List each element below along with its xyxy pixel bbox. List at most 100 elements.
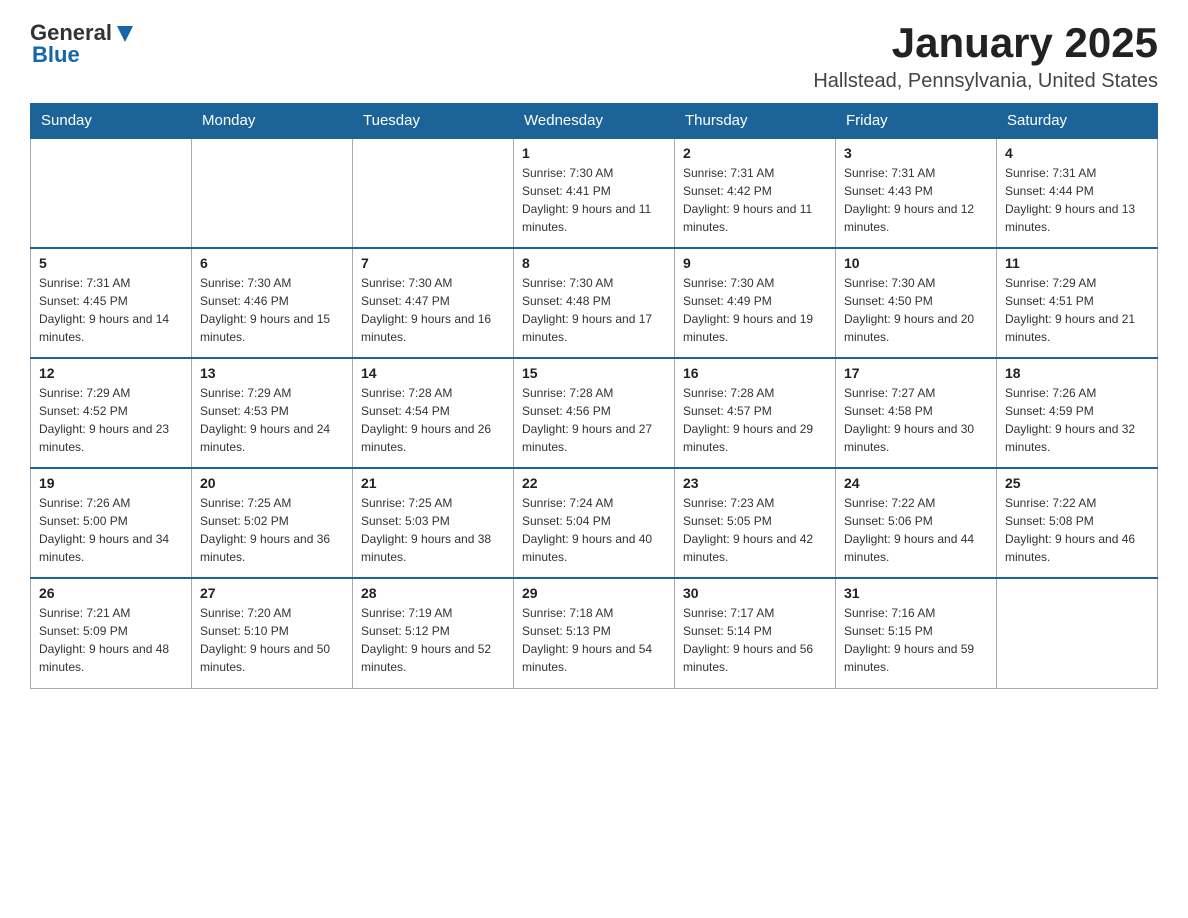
day-number: 27	[200, 585, 344, 601]
day-number: 23	[683, 475, 827, 491]
day-info: Sunrise: 7:27 AMSunset: 4:58 PMDaylight:…	[844, 384, 988, 456]
calendar-table: SundayMondayTuesdayWednesdayThursdayFrid…	[30, 103, 1158, 689]
day-number: 31	[844, 585, 988, 601]
calendar-cell: 17 Sunrise: 7:27 AMSunset: 4:58 PMDayligh…	[836, 358, 997, 468]
calendar-cell: 11 Sunrise: 7:29 AMSunset: 4:51 PMDayligh…	[997, 248, 1158, 358]
calendar-cell: 29 Sunrise: 7:18 AMSunset: 5:13 PMDayligh…	[514, 578, 675, 688]
day-info: Sunrise: 7:30 AMSunset: 4:41 PMDaylight:…	[522, 164, 666, 236]
day-info: Sunrise: 7:16 AMSunset: 5:15 PMDaylight:…	[844, 604, 988, 676]
day-info: Sunrise: 7:28 AMSunset: 4:54 PMDaylight:…	[361, 384, 505, 456]
logo-arrow-icon	[115, 24, 135, 44]
day-number: 21	[361, 475, 505, 491]
day-info: Sunrise: 7:22 AMSunset: 5:06 PMDaylight:…	[844, 494, 988, 566]
month-title: January 2025	[813, 20, 1158, 66]
calendar-cell: 21 Sunrise: 7:25 AMSunset: 5:03 PMDayligh…	[353, 468, 514, 578]
page-header: General Blue January 2025 Hallstead, Pen…	[30, 20, 1158, 93]
day-info: Sunrise: 7:18 AMSunset: 5:13 PMDaylight:…	[522, 604, 666, 676]
day-number: 8	[522, 255, 666, 271]
calendar-week-row: 5Sunrise: 7:31 AMSunset: 4:45 PMDaylight…	[31, 248, 1158, 358]
day-of-week-header: Tuesday	[353, 104, 514, 139]
day-of-week-header: Monday	[192, 104, 353, 139]
day-number: 1	[522, 145, 666, 161]
day-info: Sunrise: 7:31 AMSunset: 4:42 PMDaylight:…	[683, 164, 827, 236]
calendar-cell: 24 Sunrise: 7:22 AMSunset: 5:06 PMDayligh…	[836, 468, 997, 578]
day-info: Sunrise: 7:19 AMSunset: 5:12 PMDaylight:…	[361, 604, 505, 676]
day-number: 7	[361, 255, 505, 271]
day-of-week-header: Saturday	[997, 104, 1158, 139]
day-info: Sunrise: 7:31 AMSunset: 4:45 PMDaylight:…	[39, 274, 183, 346]
day-info: Sunrise: 7:29 AMSunset: 4:51 PMDaylight:…	[1005, 274, 1149, 346]
day-info: Sunrise: 7:26 AMSunset: 5:00 PMDaylight:…	[39, 494, 183, 566]
calendar-cell: 27Sunrise: 7:20 AMSunset: 5:10 PMDayligh…	[192, 578, 353, 688]
calendar-cell: 16 Sunrise: 7:28 AMSunset: 4:57 PMDayligh…	[675, 358, 836, 468]
day-info: Sunrise: 7:29 AMSunset: 4:53 PMDaylight:…	[200, 384, 344, 456]
day-info: Sunrise: 7:29 AMSunset: 4:52 PMDaylight:…	[39, 384, 183, 456]
calendar-cell: 28 Sunrise: 7:19 AMSunset: 5:12 PMDayligh…	[353, 578, 514, 688]
calendar-cell	[31, 138, 192, 248]
day-number: 30	[683, 585, 827, 601]
calendar-cell	[353, 138, 514, 248]
day-number: 16	[683, 365, 827, 381]
day-of-week-header: Thursday	[675, 104, 836, 139]
calendar-cell: 12 Sunrise: 7:29 AMSunset: 4:52 PMDayligh…	[31, 358, 192, 468]
calendar-cell: 31 Sunrise: 7:16 AMSunset: 5:15 PMDayligh…	[836, 578, 997, 688]
calendar-cell: 15 Sunrise: 7:28 AMSunset: 4:56 PMDayligh…	[514, 358, 675, 468]
day-number: 19	[39, 475, 183, 491]
calendar-week-row: 12 Sunrise: 7:29 AMSunset: 4:52 PMDayligh…	[31, 358, 1158, 468]
logo: General Blue	[30, 20, 135, 68]
day-info: Sunrise: 7:28 AMSunset: 4:56 PMDaylight:…	[522, 384, 666, 456]
calendar-cell: 1 Sunrise: 7:30 AMSunset: 4:41 PMDaylight…	[514, 138, 675, 248]
day-of-week-header: Friday	[836, 104, 997, 139]
day-number: 24	[844, 475, 988, 491]
day-info: Sunrise: 7:25 AMSunset: 5:03 PMDaylight:…	[361, 494, 505, 566]
calendar-cell: 2 Sunrise: 7:31 AMSunset: 4:42 PMDaylight…	[675, 138, 836, 248]
calendar-cell: 26Sunrise: 7:21 AMSunset: 5:09 PMDayligh…	[31, 578, 192, 688]
day-number: 25	[1005, 475, 1149, 491]
day-number: 12	[39, 365, 183, 381]
day-info: Sunrise: 7:23 AMSunset: 5:05 PMDaylight:…	[683, 494, 827, 566]
day-of-week-header: Sunday	[31, 104, 192, 139]
calendar-week-row: 19 Sunrise: 7:26 AMSunset: 5:00 PMDayligh…	[31, 468, 1158, 578]
day-number: 20	[200, 475, 344, 491]
day-info: Sunrise: 7:17 AMSunset: 5:14 PMDaylight:…	[683, 604, 827, 676]
calendar-cell: 10 Sunrise: 7:30 AMSunset: 4:50 PMDayligh…	[836, 248, 997, 358]
calendar-cell: 7Sunrise: 7:30 AMSunset: 4:47 PMDaylight…	[353, 248, 514, 358]
logo-blue-text: Blue	[32, 42, 80, 68]
day-number: 15	[522, 365, 666, 381]
day-info: Sunrise: 7:21 AMSunset: 5:09 PMDaylight:…	[39, 604, 183, 676]
day-number: 28	[361, 585, 505, 601]
calendar-week-row: 26Sunrise: 7:21 AMSunset: 5:09 PMDayligh…	[31, 578, 1158, 688]
day-number: 22	[522, 475, 666, 491]
day-number: 29	[522, 585, 666, 601]
calendar-cell	[997, 578, 1158, 688]
day-number: 10	[844, 255, 988, 271]
calendar-cell: 3Sunrise: 7:31 AMSunset: 4:43 PMDaylight…	[836, 138, 997, 248]
calendar-cell	[192, 138, 353, 248]
calendar-cell: 20 Sunrise: 7:25 AMSunset: 5:02 PMDayligh…	[192, 468, 353, 578]
location-title: Hallstead, Pennsylvania, United States	[813, 70, 1158, 93]
day-number: 2	[683, 145, 827, 161]
calendar-cell: 14 Sunrise: 7:28 AMSunset: 4:54 PMDayligh…	[353, 358, 514, 468]
day-number: 18	[1005, 365, 1149, 381]
day-info: Sunrise: 7:30 AMSunset: 4:46 PMDaylight:…	[200, 274, 344, 346]
calendar-cell: 25Sunrise: 7:22 AMSunset: 5:08 PMDayligh…	[997, 468, 1158, 578]
calendar-cell: 13 Sunrise: 7:29 AMSunset: 4:53 PMDayligh…	[192, 358, 353, 468]
day-info: Sunrise: 7:26 AMSunset: 4:59 PMDaylight:…	[1005, 384, 1149, 456]
day-number: 6	[200, 255, 344, 271]
day-info: Sunrise: 7:25 AMSunset: 5:02 PMDaylight:…	[200, 494, 344, 566]
calendar-cell: 30 Sunrise: 7:17 AMSunset: 5:14 PMDayligh…	[675, 578, 836, 688]
day-number: 11	[1005, 255, 1149, 271]
calendar-week-row: 1 Sunrise: 7:30 AMSunset: 4:41 PMDaylight…	[31, 138, 1158, 248]
day-info: Sunrise: 7:31 AMSunset: 4:44 PMDaylight:…	[1005, 164, 1149, 236]
calendar-cell: 22 Sunrise: 7:24 AMSunset: 5:04 PMDayligh…	[514, 468, 675, 578]
day-number: 14	[361, 365, 505, 381]
title-section: January 2025 Hallstead, Pennsylvania, Un…	[813, 20, 1158, 93]
day-info: Sunrise: 7:30 AMSunset: 4:49 PMDaylight:…	[683, 274, 827, 346]
day-number: 17	[844, 365, 988, 381]
day-info: Sunrise: 7:28 AMSunset: 4:57 PMDaylight:…	[683, 384, 827, 456]
calendar-cell: 5Sunrise: 7:31 AMSunset: 4:45 PMDaylight…	[31, 248, 192, 358]
day-number: 13	[200, 365, 344, 381]
day-info: Sunrise: 7:24 AMSunset: 5:04 PMDaylight:…	[522, 494, 666, 566]
day-info: Sunrise: 7:30 AMSunset: 4:50 PMDaylight:…	[844, 274, 988, 346]
day-info: Sunrise: 7:31 AMSunset: 4:43 PMDaylight:…	[844, 164, 988, 236]
